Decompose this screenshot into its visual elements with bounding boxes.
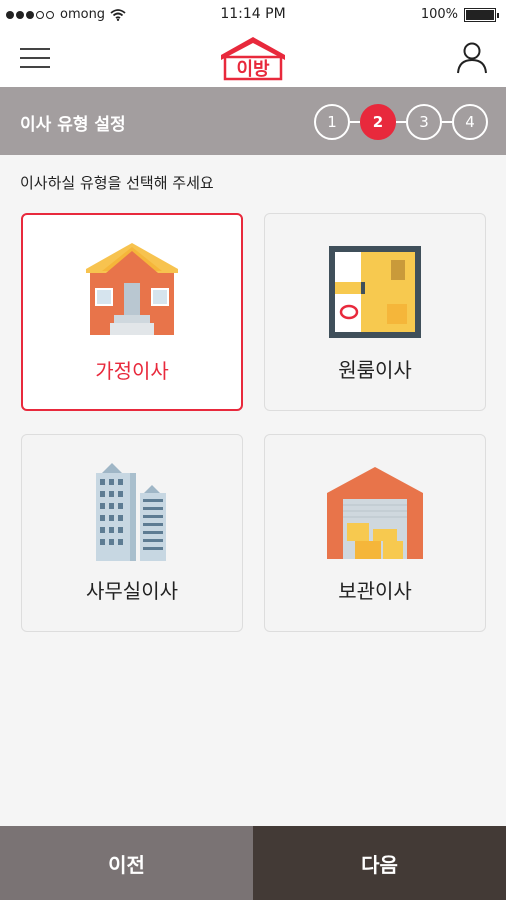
step-3: 3: [406, 104, 442, 140]
instruction-text: 이사하실 유형을 선택해 주세요: [20, 174, 214, 192]
option-card-storage-move[interactable]: 보관이사: [264, 434, 486, 632]
step-connector: [350, 121, 360, 123]
step-title: 이사 유형 설정: [20, 115, 126, 135]
status-bar: omong 11:14 PM 100%: [0, 0, 506, 30]
option-label: 가정이사: [95, 359, 169, 383]
office-building-icon: [96, 463, 166, 561]
footer-nav: 이전 다음: [0, 826, 506, 900]
option-card-office-move[interactable]: 사무실이사: [21, 434, 243, 632]
option-card-studio-move[interactable]: 원룸이사: [264, 213, 486, 411]
logo-text: 이방: [236, 59, 270, 79]
logo[interactable]: 이방: [215, 33, 291, 83]
user-icon[interactable]: [456, 40, 488, 74]
option-label: 원룸이사: [338, 358, 412, 382]
studio-floorplan-icon: [329, 246, 421, 338]
option-label: 사무실이사: [86, 579, 178, 603]
step-2: 2: [360, 104, 396, 140]
step-4: 4: [452, 104, 488, 140]
step-bar: 이사 유형 설정 1 2 3 4: [0, 87, 506, 155]
battery-percent: 100%: [420, 7, 458, 22]
battery-status: 100%: [420, 7, 499, 22]
prev-button[interactable]: 이전: [0, 826, 253, 900]
option-label: 보관이사: [338, 579, 412, 603]
app-header: 이방: [0, 30, 506, 87]
option-card-home-move[interactable]: 가정이사: [21, 213, 243, 411]
step-connector: [442, 121, 452, 123]
battery-icon: [464, 7, 499, 22]
hamburger-menu-icon[interactable]: [20, 46, 50, 70]
step-1: 1: [314, 104, 350, 140]
house-icon: [86, 243, 178, 335]
step-indicator: 1 2 3 4: [314, 104, 488, 140]
step-connector: [396, 121, 406, 123]
storage-warehouse-icon: [327, 467, 423, 559]
next-button[interactable]: 다음: [253, 826, 506, 900]
